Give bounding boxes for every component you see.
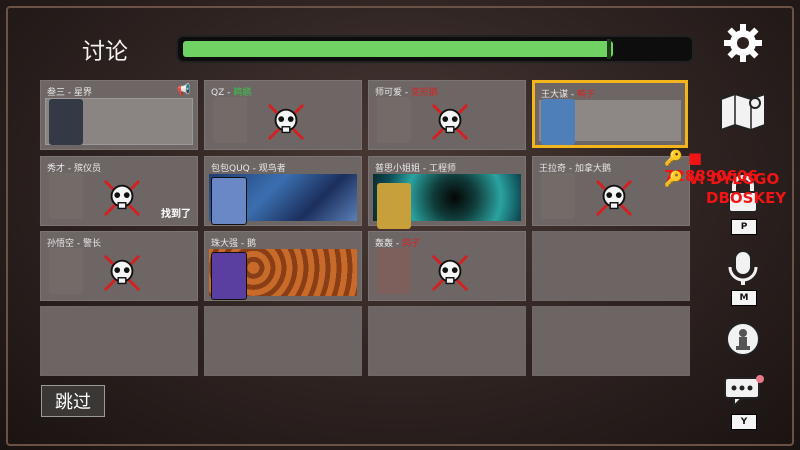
chat-button[interactable] [718, 366, 768, 416]
body-found-label: 找到了 [161, 209, 191, 220]
player-card[interactable]: 叁三 - 星界 📢 [40, 80, 198, 150]
map-icon [720, 92, 766, 131]
player-name: 珠大强 - 鹅 [211, 239, 257, 249]
avatar [541, 99, 575, 145]
empty-slot [204, 306, 362, 376]
player-card[interactable]: QZ - 鹈鹕 [204, 80, 362, 150]
player-name: 普思小姐姐 - 工程师 [375, 164, 457, 174]
avatar [377, 183, 411, 229]
overlay-text-line2: 🔑 V: DYLGGO [664, 170, 780, 188]
empty-slot [532, 231, 690, 301]
dead-skull-icon [431, 103, 469, 141]
timer-marker [607, 39, 611, 59]
dead-skull-icon [103, 179, 141, 217]
player-name: 包包QUQ - 观鸟者 [211, 164, 286, 174]
player-card[interactable]: 孙悟空 - 警长 [40, 231, 198, 301]
dead-skull-icon [595, 179, 633, 217]
megaphone-icon: 📢 [177, 83, 191, 96]
player-card[interactable]: 珠大强 - 鹅 [204, 231, 362, 301]
chat-icon [724, 375, 764, 408]
microphone-icon [728, 250, 758, 285]
avatar [211, 177, 247, 225]
dead-skull-icon [103, 254, 141, 292]
avatar [377, 248, 411, 294]
settings-button[interactable] [718, 18, 768, 68]
avatar [49, 99, 83, 145]
avatar [211, 252, 247, 300]
key-icon: 🔑 [664, 170, 688, 188]
overlay-text-line3: DBOSKEY [706, 189, 787, 207]
player-card[interactable]: 普思小姐姐 - 工程师 [368, 156, 526, 229]
skip-vote-button[interactable]: 跳过 [41, 385, 105, 417]
empty-slot [532, 306, 690, 376]
avatar [49, 248, 83, 294]
player-card-selected[interactable]: 王大谋 - 鸭子 [532, 80, 688, 148]
empty-slot [368, 306, 526, 376]
avatar [49, 173, 83, 219]
avatar [213, 97, 247, 143]
player-name: 叁三 - 星界 [47, 88, 93, 98]
page-title: 讨论 [82, 39, 128, 65]
player-card[interactable]: 轰轰 - 鸽子 [368, 231, 526, 301]
hotkey-m: M [731, 290, 757, 306]
player-card[interactable]: 师可爱 - 变形鹅 [368, 80, 526, 150]
dead-skull-icon [267, 103, 305, 141]
avatar [541, 173, 575, 219]
pawn-icon [726, 322, 760, 356]
player-card[interactable]: 秀才 - 殡仪员 找到了 [40, 156, 198, 226]
key-icon: 🔑 ■ [664, 149, 703, 167]
gear-icon [724, 24, 762, 62]
hotkey-p: P [731, 219, 757, 235]
hotkey-y: Y [731, 414, 757, 430]
discussion-timer [176, 35, 694, 63]
microphone-button[interactable] [718, 244, 768, 294]
dead-skull-icon [431, 254, 469, 292]
empty-slot [40, 306, 198, 376]
avatar [377, 97, 411, 143]
timer-fill [183, 41, 613, 57]
role-info-button[interactable] [718, 314, 768, 364]
map-button[interactable] [718, 86, 768, 136]
player-card[interactable]: 包包QUQ - 观鸟者 [204, 156, 362, 226]
